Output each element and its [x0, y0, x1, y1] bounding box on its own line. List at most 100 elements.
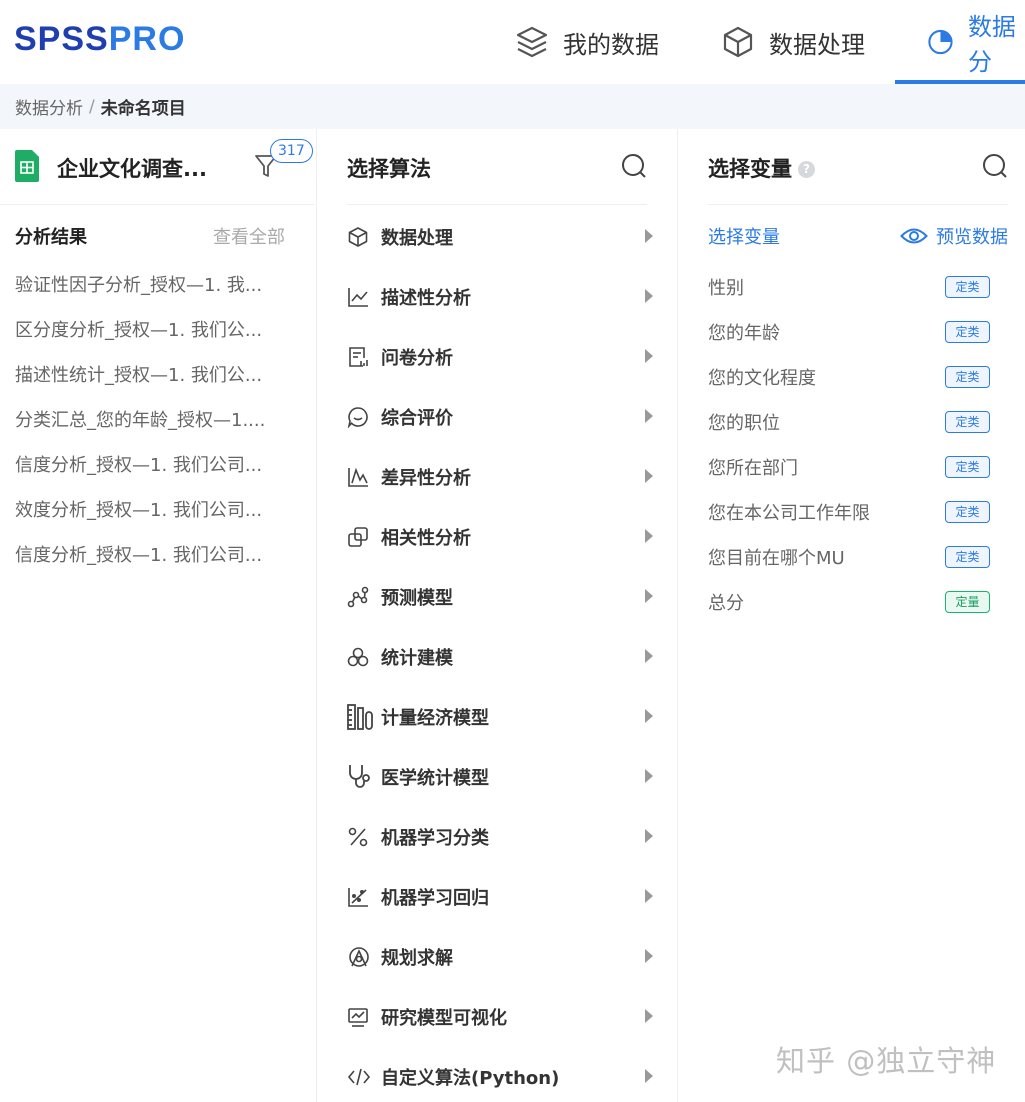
chevron-right-icon — [645, 889, 653, 903]
algo-item-difference[interactable]: 差异性分析 — [347, 447, 653, 507]
project-name[interactable]: 企业文化调查... — [57, 153, 207, 183]
result-item[interactable]: 验证性因子分析_授权—1. 我... — [15, 273, 267, 318]
type-tag: 定类 — [945, 366, 990, 388]
results-list: 验证性因子分析_授权—1. 我... 区分度分析_授权—1. 我们公... 描述… — [15, 273, 267, 588]
variable-header: 选择变量? — [708, 129, 1008, 205]
algo-label: 研究模型可视化 — [381, 1008, 507, 1029]
nav-data-processing[interactable]: 数据处理 — [721, 0, 865, 84]
chevron-right-icon — [645, 289, 653, 303]
type-tag: 定类 — [945, 501, 990, 523]
result-item[interactable]: 效度分析_授权—1. 我们公司... — [15, 498, 267, 543]
search-icon[interactable] — [621, 153, 647, 179]
logo-part1: SPSS — [14, 20, 109, 58]
algo-item-correlation[interactable]: 相关性分析 — [347, 507, 653, 567]
ruler-columns-icon — [347, 704, 373, 730]
result-item[interactable]: 信度分析_授权—1. 我们公司... — [15, 453, 267, 498]
help-icon[interactable]: ? — [798, 161, 815, 178]
chevron-right-icon — [645, 1009, 653, 1023]
chevron-right-icon — [645, 769, 653, 783]
algo-item-descriptive[interactable]: 描述性分析 — [347, 267, 653, 327]
algo-label: 机器学习分类 — [381, 828, 489, 849]
variable-title: 选择变量 — [708, 157, 792, 181]
variable-item[interactable]: 您的年龄 定类 — [708, 319, 990, 364]
algo-item-data-processing[interactable]: 数据处理 — [347, 207, 653, 267]
circles-icon — [347, 647, 369, 667]
algorithm-list: 数据处理 描述性分析 问卷分析 综合评价 差异性分析 相关性分析 预测模型 统计… — [347, 207, 653, 1102]
variable-name: 您目前在哪个MU — [708, 548, 845, 569]
view-all-link[interactable]: 查看全部 — [213, 223, 285, 249]
preview-data-button[interactable]: 预览数据 — [900, 223, 1008, 249]
variable-item[interactable]: 您目前在哪个MU 定类 — [708, 544, 990, 589]
algo-item-questionnaire[interactable]: 问卷分析 — [347, 327, 653, 387]
algo-item-ml-regression[interactable]: 机器学习回归 — [347, 867, 653, 927]
variable-item[interactable]: 您在本公司工作年限 定类 — [708, 499, 990, 544]
top-navbar: SPSSPRO 我的数据 数据处理 数据分 — [0, 0, 1025, 84]
chevron-right-icon — [645, 949, 653, 963]
code-icon — [347, 1068, 371, 1086]
overlap-squares-icon — [348, 527, 368, 547]
algo-label: 自定义算法(Python) — [381, 1068, 560, 1089]
scatter-trend-icon — [348, 888, 368, 907]
variable-name: 总分 — [708, 593, 744, 614]
breadcrumb-parent[interactable]: 数据分析 — [15, 94, 83, 119]
questionnaire-icon — [349, 347, 368, 367]
algo-label: 机器学习回归 — [381, 888, 489, 909]
algorithm-title: 选择算法 — [347, 157, 431, 181]
algo-label: 统计建模 — [381, 648, 453, 669]
chevron-right-icon — [645, 469, 653, 483]
watermark: 知乎 @独立守神 — [776, 1044, 997, 1078]
algo-label: 问卷分析 — [381, 348, 453, 369]
logo-part2: PRO — [108, 20, 186, 58]
eye-icon — [900, 228, 928, 244]
algo-label: 相关性分析 — [381, 528, 471, 549]
result-item[interactable]: 分类汇总_您的年龄_授权—1.... — [15, 408, 267, 453]
chevron-right-icon — [645, 529, 653, 543]
chevron-right-icon — [645, 229, 653, 243]
search-icon[interactable] — [982, 153, 1008, 179]
chevron-right-icon — [645, 589, 653, 603]
algo-item-evaluation[interactable]: 综合评价 — [347, 387, 653, 447]
algo-label: 预测模型 — [381, 588, 453, 609]
chat-bubble-icon — [347, 407, 368, 428]
variable-name: 您所在部门 — [708, 458, 798, 479]
percent-icon — [348, 827, 368, 847]
chevron-right-icon — [645, 649, 653, 663]
algo-label: 医学统计模型 — [381, 768, 489, 789]
breadcrumb-separator: / — [89, 96, 95, 117]
nav-my-data[interactable]: 我的数据 — [515, 0, 659, 84]
nav-data-analysis[interactable]: 数据分 — [927, 0, 1025, 84]
result-item[interactable]: 信度分析_授权—1. 我们公司... — [15, 543, 267, 588]
chevron-right-icon — [645, 1069, 653, 1083]
variable-title-wrap: 选择变量? — [708, 153, 815, 183]
chevron-right-icon — [645, 829, 653, 843]
variable-name: 您的职位 — [708, 413, 780, 434]
algo-item-planning[interactable]: 规划求解 — [347, 927, 653, 987]
variable-item[interactable]: 您的职位 定类 — [708, 409, 990, 454]
result-item[interactable]: 区分度分析_授权—1. 我们公... — [15, 318, 267, 363]
algo-item-prediction[interactable]: 预测模型 — [347, 567, 653, 627]
type-tag: 定类 — [945, 546, 990, 568]
algo-label: 数据处理 — [381, 228, 453, 249]
result-item[interactable]: 描述性统计_授权—1. 我们公... — [15, 363, 267, 408]
type-tag: 定量 — [945, 591, 990, 613]
variable-item[interactable]: 总分 定量 — [708, 589, 990, 634]
logo[interactable]: SPSSPRO — [14, 20, 185, 59]
project-header: 企业文化调查... 317 — [0, 129, 315, 205]
algo-item-econometrics[interactable]: 计量经济模型 — [347, 687, 653, 747]
algo-item-visualization[interactable]: 研究模型可视化 — [347, 987, 653, 1047]
line-chart-icon — [348, 288, 368, 307]
type-tag: 定类 — [945, 321, 990, 343]
algo-label: 差异性分析 — [381, 468, 471, 489]
results-title: 分析结果 — [15, 227, 87, 248]
spreadsheet-icon — [15, 150, 39, 182]
algo-item-statistical-modeling[interactable]: 统计建模 — [347, 627, 653, 687]
algo-item-ml-classification[interactable]: 机器学习分类 — [347, 807, 653, 867]
variable-subtitle: 选择变量 — [708, 227, 780, 248]
variable-item[interactable]: 您的文化程度 定类 — [708, 364, 990, 409]
breadcrumb: 数据分析 / 未命名项目 — [0, 84, 1025, 129]
node-graph-icon — [347, 586, 369, 608]
variable-item[interactable]: 您所在部门 定类 — [708, 454, 990, 499]
algo-item-medical[interactable]: 医学统计模型 — [347, 747, 653, 807]
algo-item-custom-python[interactable]: 自定义算法(Python) — [347, 1047, 653, 1102]
variable-item[interactable]: 性别 定类 — [708, 274, 990, 319]
